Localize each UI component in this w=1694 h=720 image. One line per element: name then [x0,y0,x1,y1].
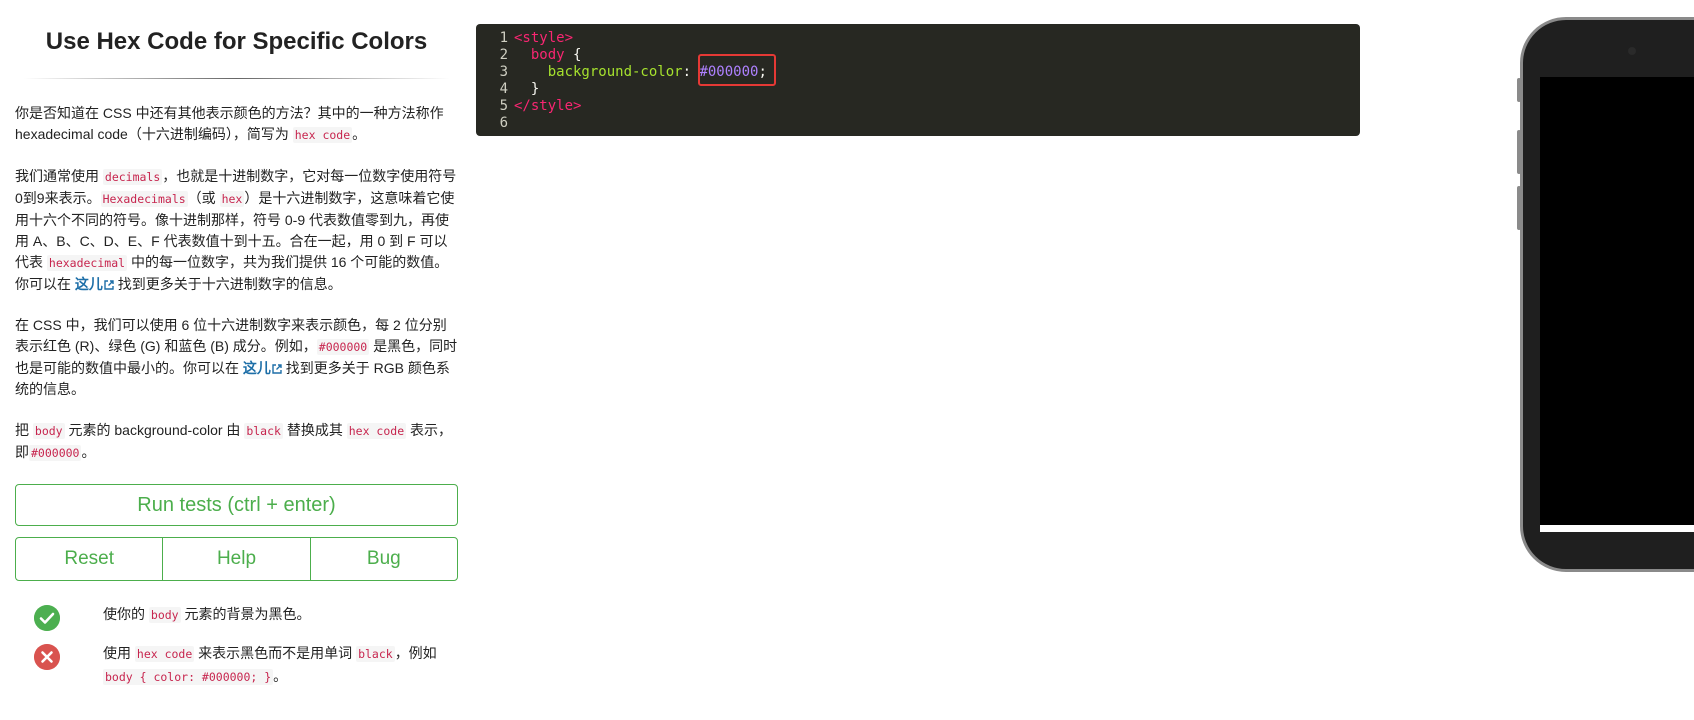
inline-code: hex code [346,423,407,439]
line-number: 3 [499,64,508,80]
description-paragraph-2: 我们通常使用 decimals ，也就是十进制数字，它对每一位数字使用符号0到9来… [15,168,457,292]
test-item-fail: 使用 hex code 来表示黑色而不是用单词 black ，例如 body { … [15,642,458,688]
phone-volume-down [1517,186,1521,230]
bug-button[interactable]: Bug [309,538,457,580]
x-circle-icon [34,644,60,670]
inline-code: #000000 [29,445,82,461]
title-divider [23,78,450,79]
phone-volume-up [1517,130,1521,174]
code-editor[interactable]: 1 <style> 2 body { 3 background-color: #0… [476,24,1360,136]
help-button[interactable]: Help [162,538,309,580]
check-circle-icon [34,605,60,631]
editor-line-1[interactable]: 1 <style> [476,30,573,47]
line-number: 1 [499,30,508,46]
inline-code: hex code [292,127,353,143]
action-button-group: Reset Help Bug [15,537,458,581]
inline-code: hex code [134,646,195,662]
phone-mute-switch [1517,78,1521,102]
editor-line-2[interactable]: 2 body { [476,47,582,64]
freecodecamp-challenge-page: Use Hex Code for Specific Colors 你是否知道在 … [0,0,1694,720]
hex-value-highlight [698,54,776,86]
external-link-icon [272,364,282,374]
inline-code: body [148,607,181,623]
run-tests-button[interactable]: Run tests (ctrl + enter) [15,484,458,526]
phone-camera [1628,47,1636,55]
editor-line-5[interactable]: 5 </style> [476,98,582,115]
inline-code: body [32,423,65,439]
line-number: 6 [499,115,508,131]
test-item-pass: 使你的 body 元素的背景为黑色。 [15,603,458,631]
inline-code: hex [219,191,245,207]
inline-code: #000000 [316,339,370,355]
description-paragraph-3: 在 CSS 中，我们可以使用 6 位十六进制数字来表示颜色，每 2 位分别表示红… [15,317,458,397]
test-list: 使你的 body 元素的背景为黑色。 使用 hex code 来表示黑色而不是用… [15,603,458,688]
inline-code: hexadecimal [46,255,128,271]
line-number: 5 [499,98,508,114]
editor-line-4[interactable]: 4 } [476,81,540,98]
inline-code: decimals [102,169,163,185]
line-number: 4 [499,81,508,97]
inline-code: black [356,646,395,662]
preview-phone-frame [1517,17,1694,572]
inline-code: body { color: #000000; } [103,669,274,685]
line-number: 2 [499,47,508,63]
editor-line-6[interactable]: 6 [476,115,514,132]
rgb-info-link[interactable]: 这儿 [243,360,282,376]
hex-info-link[interactable]: 这儿 [75,276,114,292]
description-paragraph-1: 你是否知道在 CSS 中还有其他表示颜色的方法？其中的一种方法称作 hexade… [15,105,444,143]
preview-screen-bottom [1540,525,1694,532]
challenge-title: Use Hex Code for Specific Colors [45,28,428,55]
inline-code: black [244,423,283,439]
instructions-panel: Use Hex Code for Specific Colors 你是否知道在 … [15,24,458,704]
preview-screen [1540,77,1694,525]
inline-code: Hexadecimals [100,191,188,207]
description-paragraph-4: 把 body 元素的 background-color 由 black 替换成其… [15,422,453,461]
external-link-icon [104,280,114,290]
reset-button[interactable]: Reset [16,538,162,580]
